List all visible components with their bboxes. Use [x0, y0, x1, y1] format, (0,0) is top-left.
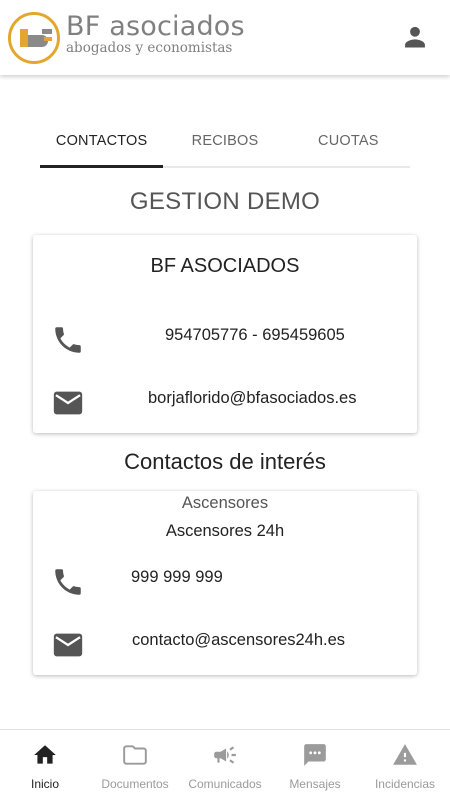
phone-icon[interactable] — [51, 565, 85, 599]
contact-email[interactable]: contacto@ascensores24h.es — [132, 631, 345, 650]
app-header: BF asociados abogados y economistas — [0, 0, 450, 75]
interest-contacts-title: Contactos de interés — [124, 449, 326, 474]
nav-label: Documentos — [101, 777, 169, 791]
home-icon — [34, 745, 56, 764]
contact-category: Ascensores — [181, 494, 269, 512]
megaphone-icon — [214, 746, 236, 764]
admin-phone-row: 954705776 - 695459605 — [33, 319, 417, 359]
mail-icon[interactable] — [51, 628, 85, 662]
mail-icon[interactable] — [51, 386, 85, 420]
nav-label: Incidencias — [374, 777, 436, 791]
contact-phone-row: 999 999 999 — [33, 561, 417, 601]
admin-contact-card: BF ASOCIADOS 954705776 - 695459605 borja… — [33, 235, 417, 433]
nav-mensajes[interactable]: Mensajes — [270, 730, 360, 800]
nav-label: Comunicados — [188, 777, 262, 791]
person-icon — [405, 26, 425, 48]
nav-inicio[interactable]: Inicio — [0, 730, 90, 800]
community-title: GESTION DEMO — [129, 188, 321, 215]
brand-tagline: abogados y economistas — [66, 40, 233, 56]
tab-bar: CONTACTOS RECIBOS CUOTAS — [40, 116, 410, 168]
app-screen: BF asociados abogados y economistas CONT… — [0, 0, 450, 800]
nav-label: Inicio — [30, 777, 59, 791]
tab-cuotas[interactable]: CUOTAS — [287, 116, 410, 166]
logo-mark-icon — [8, 12, 60, 64]
interest-contact-card: Ascensores Ascensores 24h 999 999 999 co… — [33, 491, 417, 675]
warning-icon — [393, 744, 417, 765]
tab-recibos[interactable]: RECIBOS — [163, 116, 286, 166]
nav-comunicados[interactable]: Comunicados — [180, 730, 270, 800]
contact-email-row: contacto@ascensores24h.es — [33, 624, 417, 664]
tab-contactos[interactable]: CONTACTOS — [40, 116, 164, 168]
folder-icon — [123, 745, 147, 765]
admin-phone[interactable]: 954705776 - 695459605 — [165, 326, 345, 345]
contact-phone[interactable]: 999 999 999 — [131, 568, 223, 587]
nav-label: Mensajes — [289, 777, 341, 791]
bottom-navigation: Inicio Documentos Comunicados Mensajes I… — [0, 729, 450, 800]
chat-icon — [304, 744, 326, 766]
admin-name: BF ASOCIADOS — [150, 255, 300, 277]
nav-incidencias[interactable]: Incidencias — [360, 730, 450, 800]
account-button[interactable] — [400, 22, 430, 52]
nav-documentos[interactable]: Documentos — [90, 730, 180, 800]
admin-email[interactable]: borjaflorido@bfasociados.es — [148, 389, 356, 408]
admin-email-row: borjaflorido@bfasociados.es — [33, 382, 417, 422]
phone-icon[interactable] — [51, 323, 85, 357]
brand-name: BF asociados — [66, 11, 245, 42]
contact-name: Ascensores 24h — [165, 522, 285, 540]
brand-logo[interactable]: BF asociados abogados y economistas — [8, 11, 245, 66]
